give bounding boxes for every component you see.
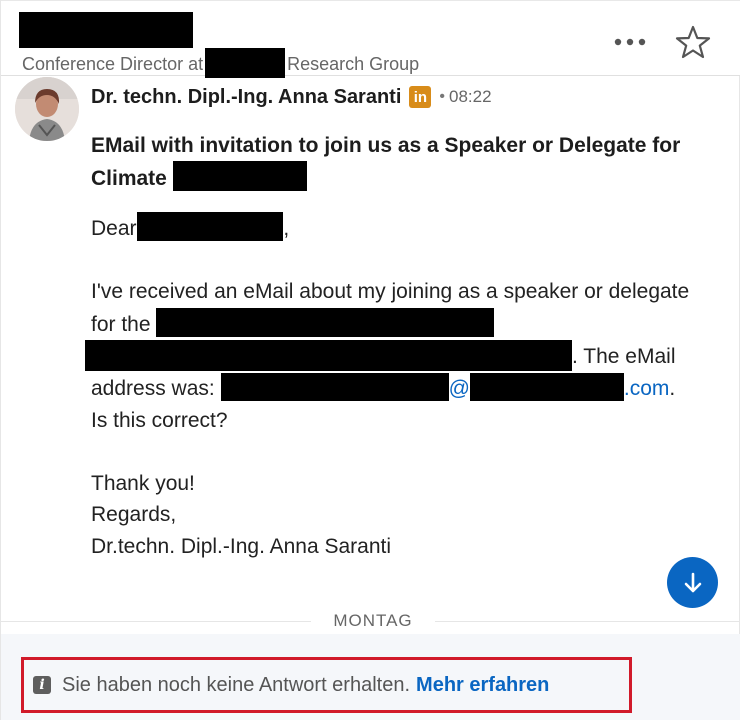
sender-avatar[interactable]	[15, 77, 79, 141]
headline-prefix: Conference Director at	[22, 54, 204, 74]
redacted-subject-part	[172, 161, 307, 191]
more-horizontal-icon	[614, 38, 646, 46]
more-options-button[interactable]	[611, 25, 649, 59]
info-icon: i	[33, 676, 51, 694]
email-at-sign[interactable]: @	[449, 377, 470, 400]
no-reply-notice: i Sie haben noch keine Antwort erhalten.…	[21, 657, 632, 713]
contact-headline: Conference Director at Research Group	[22, 48, 419, 78]
thanks-line: Thank you!	[91, 471, 195, 495]
redacted-recipient-name	[137, 212, 284, 241]
greeting-line: Dear ,	[91, 212, 691, 245]
learn-more-link[interactable]: Mehr erfahren	[416, 674, 549, 697]
greeting-text: Dear	[91, 217, 137, 240]
linkedin-premium-icon: in	[409, 86, 432, 108]
meta-separator: •	[439, 88, 446, 105]
redacted-event-name-cont	[85, 340, 572, 372]
signature-line: Dr.techn. Dipl.-Ing. Anna Saranti	[91, 534, 391, 558]
headline-suffix: Research Group	[287, 54, 420, 74]
redacted-organization	[205, 48, 286, 78]
body-paragraph: I've received an eMail about my joining …	[85, 276, 691, 436]
greeting-comma: ,	[283, 217, 290, 240]
redacted-email-local	[220, 372, 449, 401]
avatar-photo	[15, 77, 79, 141]
scroll-to-bottom-button[interactable]	[667, 557, 718, 608]
sender-name[interactable]: Dr. techn. Dipl.-Ing. Anna Saranti	[91, 86, 401, 109]
day-divider-label: MONTAG	[311, 608, 435, 634]
conversation-header: Conference Director at Research Group	[1, 0, 740, 78]
message-time: 08:22	[449, 87, 492, 106]
message-subject: EMail with invitation to join us as a Sp…	[91, 130, 711, 194]
redacted-email-domain	[469, 372, 624, 401]
redacted-contact-name	[19, 12, 193, 48]
redacted-event-name	[156, 307, 495, 337]
regards-line: Regards,	[91, 503, 177, 527]
notice-text: Sie haben noch keine Antwort erhalten.	[62, 673, 411, 696]
email-domain-tld[interactable]: .com	[624, 377, 670, 400]
arrow-down-icon	[684, 572, 701, 592]
conversation-pane: Conference Director at Research Group Dr.	[0, 0, 740, 720]
message-body: Dear , I've received an eMail about my j…	[85, 212, 691, 563]
star-conversation-button[interactable]	[673, 23, 713, 63]
star-outline-icon	[675, 25, 711, 59]
message-meta: Dr. techn. Dipl.-Ing. Anna Saranti in • …	[91, 84, 492, 110]
